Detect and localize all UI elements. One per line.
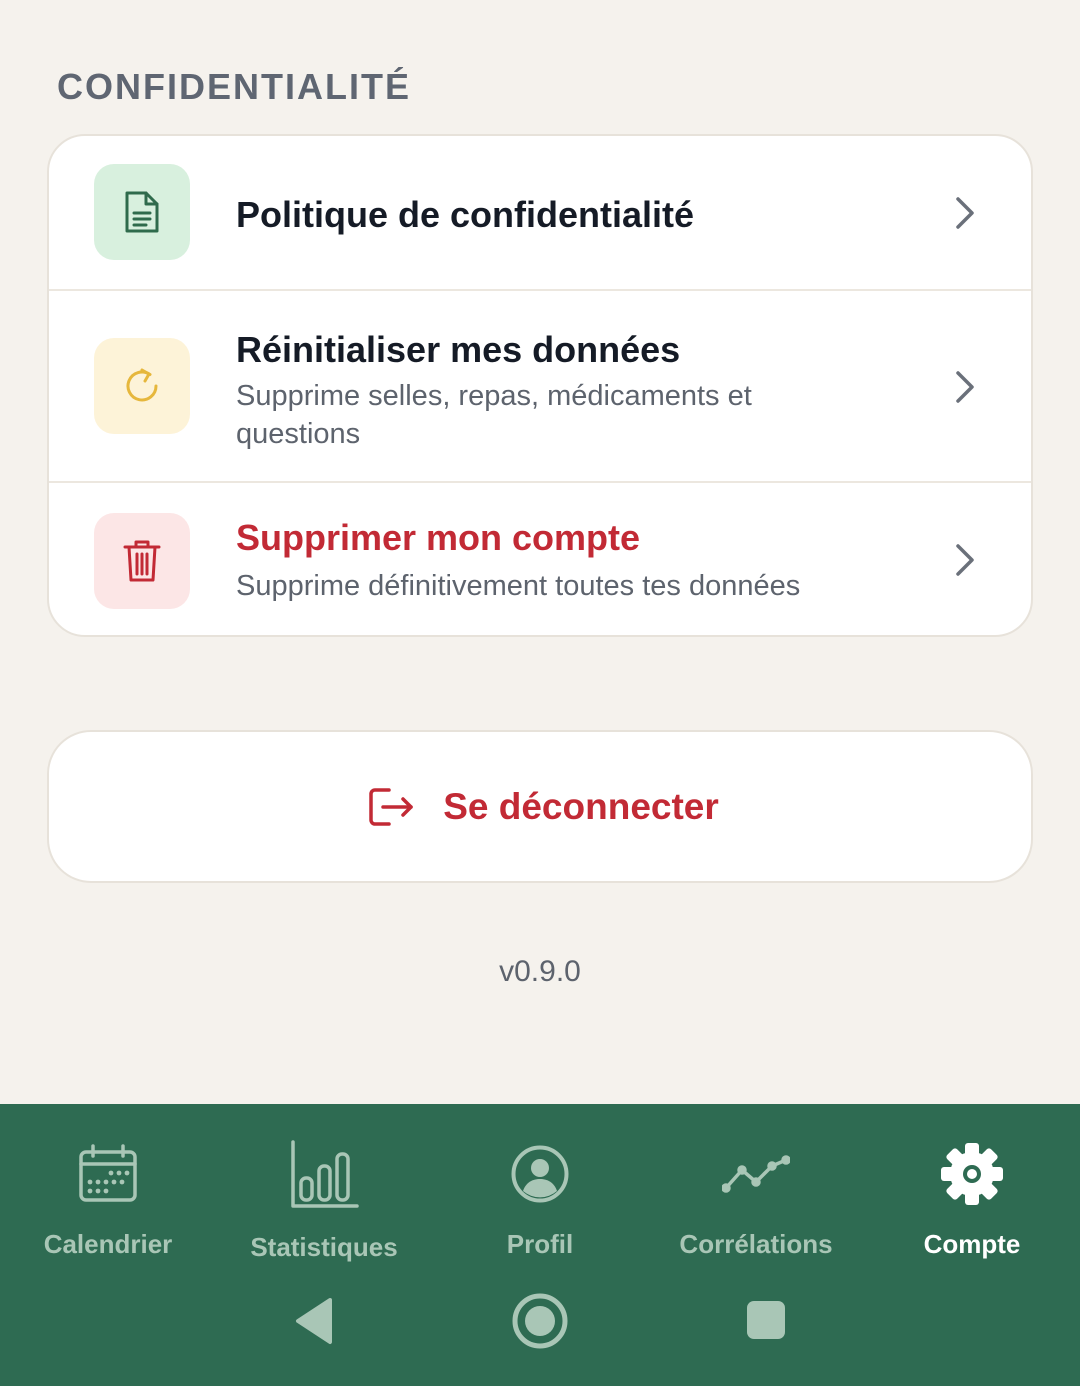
reset-data-title: Réinitialiser mes données — [236, 329, 681, 370]
nav-calendar[interactable]: Calendrier — [0, 1140, 216, 1260]
nav-label: Profil — [506, 1229, 574, 1259]
reset-data-subtitle: Supprime selles, repas, médicaments et q… — [236, 380, 752, 450]
nav-label: Corrélations — [679, 1229, 833, 1259]
app-version: v0.9.0 — [499, 955, 581, 988]
privacy-policy-title: Politique de confidentialité — [236, 194, 695, 235]
logout-icon — [369, 787, 413, 826]
recents-icon[interactable] — [745, 1299, 787, 1341]
refresh-icon — [94, 338, 190, 434]
section-title: CONFIDENTIALITÉ — [57, 66, 411, 107]
delete-account-subtitle: Supprime définitivement toutes tes donné… — [236, 570, 801, 602]
delete-account-title: Supprimer mon compte — [236, 517, 641, 558]
chevron-right-icon — [956, 197, 974, 229]
privacy-policy-row[interactable]: Politique de confidentialité — [49, 136, 1031, 291]
logout-button[interactable]: Se déconnecter — [47, 730, 1033, 883]
home-icon[interactable] — [511, 1292, 569, 1350]
trash-icon — [94, 513, 190, 609]
user-circle-icon — [511, 1145, 569, 1202]
logout-label: Se déconnecter — [443, 785, 719, 827]
nav-statistics[interactable]: Statistiques — [216, 1140, 432, 1262]
chevron-right-icon — [956, 371, 974, 403]
gear-icon — [941, 1142, 1003, 1205]
chevron-right-icon — [956, 544, 974, 576]
nav-account[interactable]: Compte — [864, 1140, 1080, 1260]
nav-label: Calendrier — [43, 1229, 173, 1259]
reset-data-row[interactable]: Réinitialiser mes données Supprime selle… — [49, 291, 1031, 483]
nav-correlations[interactable]: Corrélations — [648, 1140, 864, 1260]
nav-profile[interactable]: Profil — [432, 1140, 648, 1260]
calendar-icon — [79, 1143, 137, 1202]
delete-account-row[interactable]: Supprimer mon compte Supprime définitive… — [49, 483, 1031, 635]
privacy-card: Politique de confidentialité Réinitialis… — [47, 134, 1033, 637]
document-icon — [94, 164, 190, 260]
trend-line-icon — [722, 1154, 790, 1193]
back-icon[interactable] — [292, 1296, 334, 1346]
nav-label: Statistiques — [250, 1232, 398, 1262]
bottom-nav: Calendrier Statistiques Profil Corrélati… — [0, 1104, 1080, 1386]
bar-chart-icon — [291, 1140, 359, 1208]
nav-label: Compte — [923, 1229, 1021, 1259]
